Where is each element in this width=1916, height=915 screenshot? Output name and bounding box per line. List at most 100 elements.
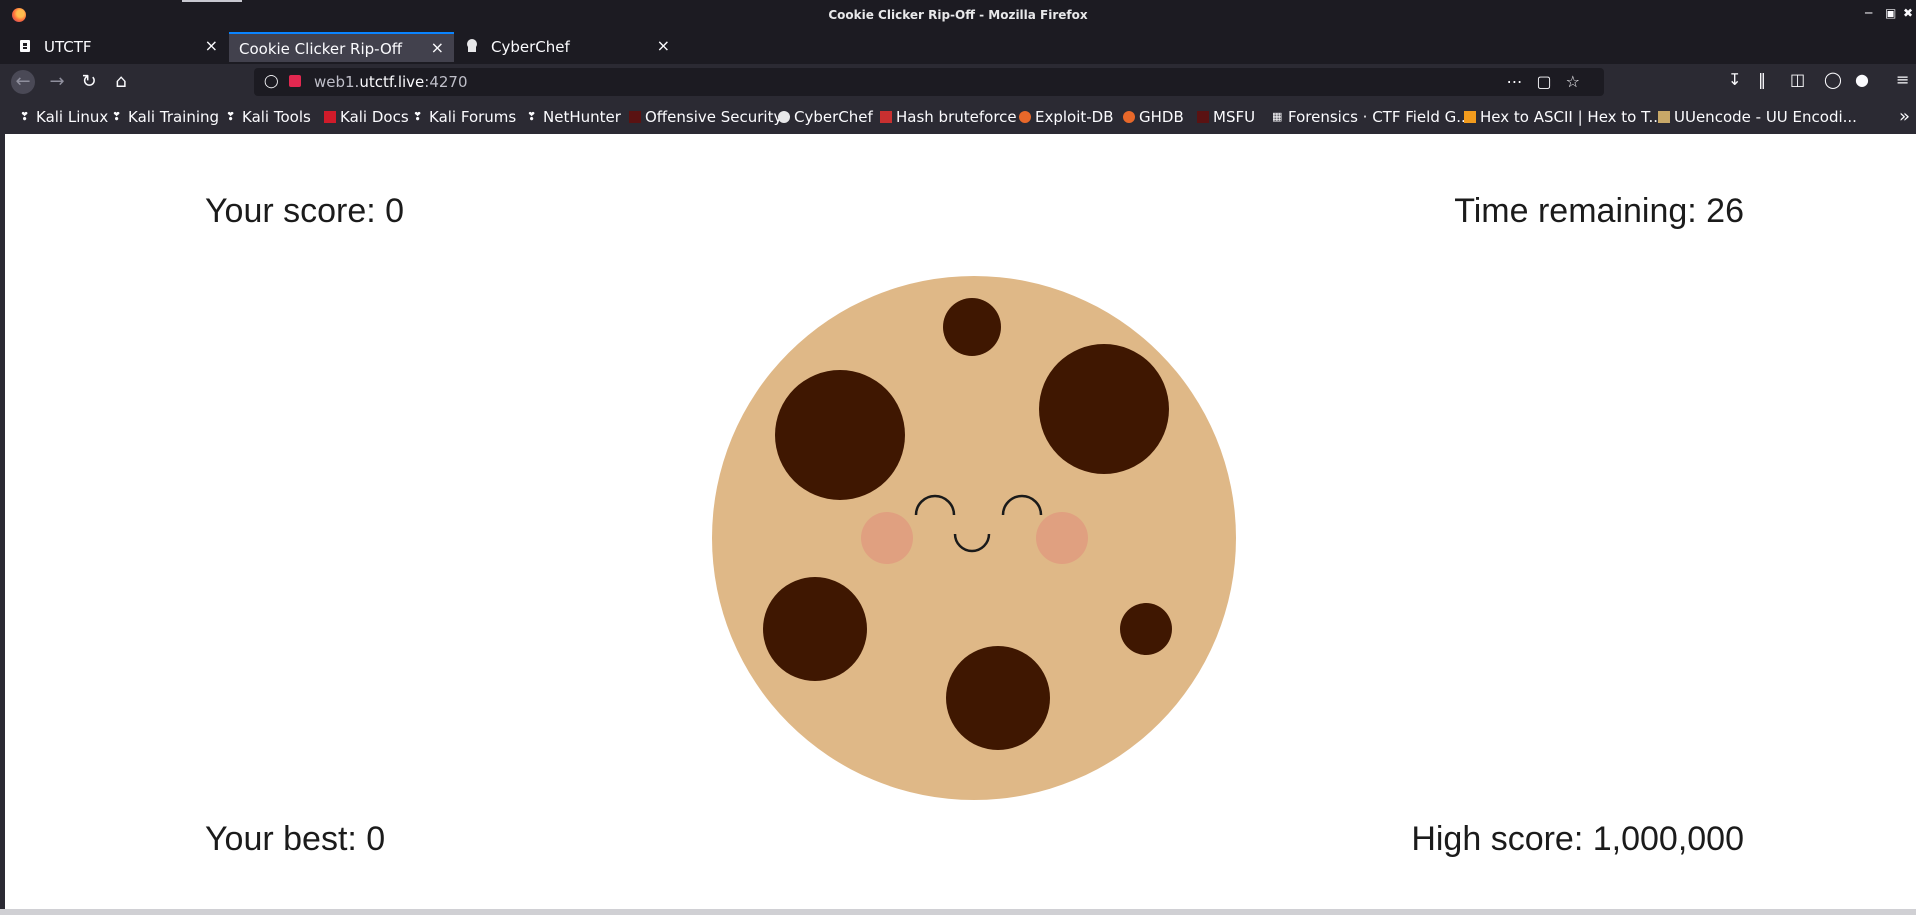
tab-label: CyberChef xyxy=(491,38,570,56)
chocolate-chip xyxy=(763,577,867,681)
kali-docs-icon xyxy=(324,111,336,123)
pocket-icon[interactable]: ▢ xyxy=(1537,72,1566,91)
kali-dragon-icon: ❣ xyxy=(413,110,423,123)
kali-dragon-icon: ❣ xyxy=(112,110,122,123)
maximize-icon[interactable]: ▣ xyxy=(1885,6,1896,20)
chocolate-chip xyxy=(946,646,1050,750)
bookmark-label: GHDB xyxy=(1139,108,1184,126)
menu-icon[interactable]: ≡ xyxy=(1896,70,1909,89)
downloads-icon[interactable]: ↧ xyxy=(1728,70,1741,89)
nethunter-icon: ❣ xyxy=(527,110,537,123)
sidebar-icon[interactable]: ◫ xyxy=(1790,70,1805,89)
account-icon[interactable]: ◯ xyxy=(1824,70,1842,89)
bookmark-nethunter[interactable]: ❣ NetHunter xyxy=(527,108,621,126)
bookmark-label: Kali Docs xyxy=(340,108,409,126)
cookie-extension-icon[interactable]: ● xyxy=(1855,70,1869,89)
insecure-lock-icon[interactable] xyxy=(289,75,301,87)
url-subdomain: web1. xyxy=(314,73,360,91)
cookie-button[interactable] xyxy=(710,274,1238,802)
msfu-icon xyxy=(1197,111,1209,123)
bookmark-hex-to-ascii[interactable]: Hex to ASCII | Hex to T... xyxy=(1464,108,1663,126)
bookmarks-overflow-icon[interactable]: » xyxy=(1899,106,1910,127)
utctf-favicon-icon xyxy=(18,39,32,53)
right-cheek xyxy=(1036,512,1088,564)
chocolate-chip xyxy=(943,298,1001,356)
bookmark-kali-docs[interactable]: Kali Docs xyxy=(324,108,409,126)
home-button[interactable]: ⌂ xyxy=(109,70,133,94)
page-actions-icon[interactable]: ⋯ xyxy=(1507,72,1537,91)
bookmark-label: Kali Tools xyxy=(242,108,311,126)
chef-hat-icon xyxy=(778,111,790,123)
url-text[interactable]: web1.utctf.live:4270 xyxy=(314,73,468,91)
kali-dragon-icon: ❣ xyxy=(20,110,30,123)
tab-label: UTCTF xyxy=(44,38,92,56)
bookmark-star-icon[interactable]: ☆ xyxy=(1566,72,1594,91)
bookmark-label: Hash bruteforce xyxy=(896,108,1017,126)
url-actions: ⋯▢☆ xyxy=(1507,72,1594,91)
bookmark-label: Hex to ASCII | Hex to T... xyxy=(1480,108,1663,126)
tab-label: Cookie Clicker Rip-Off xyxy=(239,40,403,58)
bookmark-label: Offensive Security xyxy=(645,108,783,126)
hash-icon xyxy=(880,111,892,123)
bookmark-kali-tools[interactable]: ❣ Kali Tools xyxy=(226,108,311,126)
bookmark-label: MSFU xyxy=(1213,108,1256,126)
window-bottom-edge xyxy=(0,909,1916,915)
left-cheek xyxy=(861,512,913,564)
window-titlebar: Cookie Clicker Rip-Off - Mozilla Firefox… xyxy=(0,0,1916,30)
address-bar[interactable]: ◯ web1.utctf.live:4270 ⋯▢☆ xyxy=(254,68,1604,96)
bookmarks-toolbar: ❣ Kali Linux ❣ Kali Training ❣ Kali Tools K… xyxy=(0,100,1916,134)
bookmark-forensics[interactable]: ▦ Forensics · CTF Field G... xyxy=(1272,108,1471,126)
bookmark-label: UUencode - UU Encodi... xyxy=(1674,108,1857,126)
bookmark-msfu[interactable]: MSFU xyxy=(1197,108,1255,126)
bookmark-label: Exploit-DB xyxy=(1035,108,1114,126)
close-tab-icon[interactable]: × xyxy=(657,36,670,55)
exploit-db-icon xyxy=(1019,111,1031,123)
best-score-display: Your best: 0 xyxy=(205,820,386,858)
bookmark-label: Kali Linux xyxy=(36,108,109,126)
forward-button[interactable]: → xyxy=(45,70,69,94)
bookmark-exploit-db[interactable]: Exploit-DB xyxy=(1019,108,1114,126)
titlebar-accent xyxy=(182,0,242,2)
tab-strip: UTCTF × Cookie Clicker Rip-Off × CyberCh… xyxy=(0,30,1916,90)
bookmark-hash-bruteforce[interactable]: Hash bruteforce xyxy=(880,108,1017,126)
time-remaining-display: Time remaining: 26 xyxy=(1454,192,1744,230)
library-icon[interactable]: ‖ xyxy=(1758,70,1766,89)
close-tab-icon[interactable]: × xyxy=(431,38,444,57)
reload-button[interactable]: ↻ xyxy=(77,70,101,94)
uuencode-icon xyxy=(1658,111,1670,123)
tab-cookie-clicker[interactable]: Cookie Clicker Rip-Off × xyxy=(229,32,454,62)
tab-utctf[interactable]: UTCTF × xyxy=(8,32,228,62)
high-score-display: High score: 1,000,000 xyxy=(1411,820,1744,858)
url-port: :4270 xyxy=(424,73,468,91)
ghdb-icon xyxy=(1123,111,1135,123)
bookmark-kali-linux[interactable]: ❣ Kali Linux xyxy=(20,108,108,126)
bookmark-uuencode[interactable]: UUencode - UU Encodi... xyxy=(1658,108,1857,126)
close-tab-icon[interactable]: × xyxy=(205,36,218,55)
navigation-toolbar: ← → ↻ ⌂ ◯ web1.utctf.live:4270 ⋯▢☆ xyxy=(0,64,1916,100)
chef-hat-icon xyxy=(465,39,479,53)
chocolate-chip xyxy=(775,370,905,500)
bookmark-kali-forums[interactable]: ❣ Kali Forums xyxy=(413,108,516,126)
bookmark-label: Forensics · CTF Field G... xyxy=(1288,108,1471,126)
tracking-shield-icon[interactable]: ◯ xyxy=(264,74,279,89)
bookmark-offensive-security[interactable]: Offensive Security xyxy=(629,108,782,126)
bookmark-label: Kali Training xyxy=(128,108,220,126)
bookmark-label: Kali Forums xyxy=(429,108,517,126)
minimize-icon[interactable]: ─ xyxy=(1865,6,1872,20)
tab-cyberchef[interactable]: CyberChef × xyxy=(455,32,680,62)
page-content: Your score: 0 Time remaining: 26 Your be… xyxy=(5,134,1916,909)
kali-dragon-icon: ❣ xyxy=(226,110,236,123)
bookmark-label: CyberChef xyxy=(794,108,873,126)
back-button[interactable]: ← xyxy=(11,70,35,94)
bookmark-ghdb[interactable]: GHDB xyxy=(1123,108,1184,126)
score-display: Your score: 0 xyxy=(205,192,405,230)
offsec-icon xyxy=(629,111,641,123)
bookmark-label: NetHunter xyxy=(543,108,621,126)
url-host: utctf.live xyxy=(359,73,425,91)
bookmark-cyberchef[interactable]: CyberChef xyxy=(778,108,873,126)
rapidtables-icon xyxy=(1464,111,1476,123)
window-title: Cookie Clicker Rip-Off - Mozilla Firefox xyxy=(828,8,1088,22)
chocolate-chip xyxy=(1120,603,1172,655)
bookmark-kali-training[interactable]: ❣ Kali Training xyxy=(112,108,219,126)
close-window-icon[interactable]: ✖ xyxy=(1903,6,1913,20)
